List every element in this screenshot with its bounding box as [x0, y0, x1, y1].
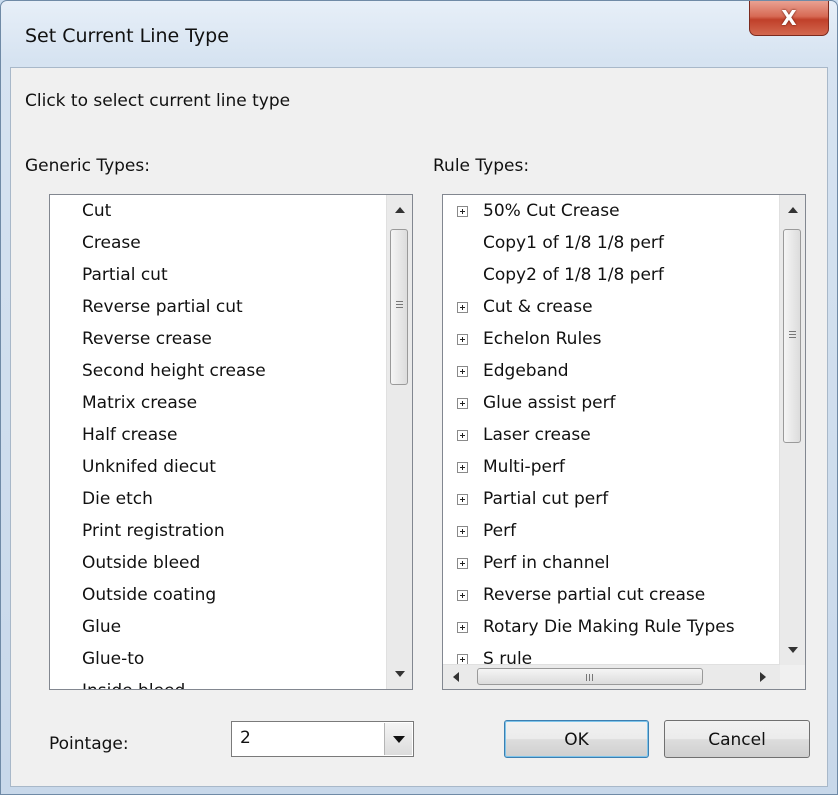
close-button[interactable]: X — [749, 1, 829, 36]
rule-types-tree[interactable]: S rule Rotary Die Making Rule Types Revers… — [442, 194, 806, 690]
instructions-text: Click to select current line type — [25, 91, 291, 111]
tree-item-label: Perf — [483, 521, 517, 541]
tree-item[interactable]: Glue assist perf — [443, 387, 778, 419]
tree-item-label: Copy1 of 1/8 1/8 perf — [483, 233, 664, 253]
plus-box-icon[interactable] — [457, 206, 468, 217]
list-item[interactable]: Die etch — [82, 483, 153, 515]
list-item[interactable]: Partial cut — [82, 259, 168, 291]
list-item[interactable]: Matrix crease — [82, 387, 197, 419]
tree-item[interactable]: Laser crease — [443, 419, 778, 451]
tree-item-label: Reverse partial cut crease — [483, 585, 706, 605]
plus-box-icon[interactable] — [457, 526, 468, 537]
pointage-label: Pointage: — [49, 734, 129, 754]
tree-item[interactable]: 50% Cut Crease — [443, 195, 778, 227]
tree-item[interactable]: Echelon Rules — [443, 323, 778, 355]
list-item[interactable]: Reverse partial cut — [82, 291, 243, 323]
arrow-up-icon[interactable] — [788, 207, 798, 213]
tree-item-label: Rotary Die Making Rule Types — [483, 617, 735, 637]
plus-box-icon[interactable] — [457, 302, 468, 313]
tree-item-label: Copy2 of 1/8 1/8 perf — [483, 265, 664, 285]
plus-box-icon[interactable] — [457, 590, 468, 601]
plus-box-icon[interactable] — [457, 430, 468, 441]
generic-types-label: Generic Types: — [25, 156, 150, 176]
plus-box-icon[interactable] — [457, 462, 468, 473]
tree-item[interactable]: Perf in channel — [443, 547, 778, 579]
arrow-left-icon[interactable] — [453, 672, 459, 682]
rule-vertical-scrollbar[interactable] — [779, 195, 805, 665]
chevron-down-icon — [393, 736, 405, 743]
rule-horizontal-scrollbar[interactable] — [443, 664, 780, 689]
tree-item[interactable]: Cut & crease — [443, 291, 778, 323]
list-item[interactable]: Reverse crease — [82, 323, 212, 355]
list-item[interactable]: Print registration — [82, 515, 225, 547]
generic-scroll-thumb[interactable] — [390, 229, 408, 385]
dialog-window: Set Current Line Type X Click to select … — [0, 0, 838, 795]
tree-item[interactable]: Rotary Die Making Rule Types — [443, 611, 778, 643]
tree-item-label: Laser crease — [483, 425, 591, 445]
plus-box-icon[interactable] — [457, 558, 468, 569]
tree-item-label: Partial cut perf — [483, 489, 609, 509]
tree-item[interactable]: Reverse partial cut crease — [443, 579, 778, 611]
tree-item[interactable]: Copy1 of 1/8 1/8 perf — [443, 227, 778, 259]
tree-item-label: 50% Cut Crease — [483, 201, 620, 221]
list-item[interactable]: Half crease — [82, 419, 177, 451]
pointage-value: 2 — [240, 728, 251, 748]
arrow-up-icon[interactable] — [395, 207, 405, 213]
tree-item-label: Glue assist perf — [483, 393, 616, 413]
list-item[interactable]: Outside bleed — [82, 547, 200, 579]
rule-scroll-thumb[interactable] — [783, 229, 801, 443]
plus-box-icon[interactable] — [457, 494, 468, 505]
list-item[interactable]: Glue-to — [82, 643, 144, 675]
tree-item-label: Echelon Rules — [483, 329, 602, 349]
list-item[interactable]: Second height crease — [82, 355, 266, 387]
tree-item[interactable]: Copy2 of 1/8 1/8 perf — [443, 259, 778, 291]
scrollbar-corner — [780, 665, 805, 689]
dialog-title: Set Current Line Type — [25, 25, 229, 47]
tree-item[interactable]: Multi-perf — [443, 451, 778, 483]
generic-types-list[interactable]: Inside bleedGlue-toGlueOutside coatingOu… — [49, 194, 413, 690]
pointage-dropdown[interactable]: 2 — [231, 721, 414, 757]
arrow-down-icon[interactable] — [395, 671, 405, 677]
plus-box-icon[interactable] — [457, 334, 468, 345]
arrow-down-icon[interactable] — [788, 647, 798, 653]
pointage-dropdown-button[interactable] — [384, 723, 412, 755]
plus-box-icon[interactable] — [457, 398, 468, 409]
rule-types-label: Rule Types: — [433, 156, 530, 176]
list-item[interactable]: Glue — [82, 611, 121, 643]
ok-button[interactable]: OK — [504, 720, 649, 758]
close-icon: X — [781, 6, 797, 30]
tree-item[interactable]: Partial cut perf — [443, 483, 778, 515]
plus-box-icon[interactable] — [457, 366, 468, 377]
title-bar[interactable]: Set Current Line Type X — [1, 1, 837, 67]
list-item[interactable]: Crease — [82, 227, 141, 259]
rule-hscroll-thumb[interactable] — [477, 668, 703, 685]
generic-vertical-scrollbar[interactable] — [386, 195, 412, 689]
plus-box-icon[interactable] — [457, 622, 468, 633]
dialog-client-area: Click to select current line type Generi… — [10, 67, 828, 787]
arrow-right-icon[interactable] — [760, 672, 766, 682]
list-item[interactable]: Outside coating — [82, 579, 216, 611]
list-item[interactable]: Cut — [82, 195, 111, 227]
list-item[interactable]: Unknifed diecut — [82, 451, 216, 483]
tree-item-label: Perf in channel — [483, 553, 610, 573]
tree-item[interactable]: Edgeband — [443, 355, 778, 387]
tree-item[interactable]: Perf — [443, 515, 778, 547]
tree-item-label: Cut & crease — [483, 297, 593, 317]
cancel-button[interactable]: Cancel — [664, 720, 810, 758]
tree-item-label: Multi-perf — [483, 457, 565, 477]
tree-item-label: Edgeband — [483, 361, 569, 381]
list-item[interactable]: Inside bleed — [82, 675, 185, 689]
